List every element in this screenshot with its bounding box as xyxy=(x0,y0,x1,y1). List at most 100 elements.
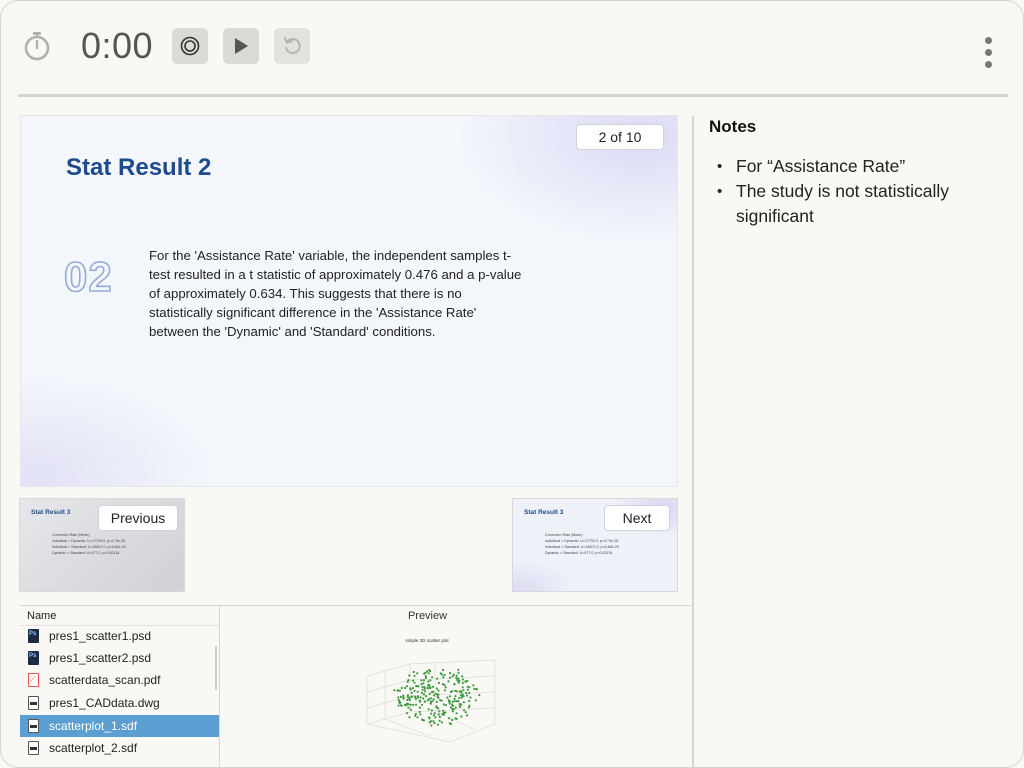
thumbnail-line: Individual > Standard: U=18407.0, p=6.84… xyxy=(545,545,619,549)
scatter-point xyxy=(442,709,445,712)
scatter-point xyxy=(398,701,401,704)
scatter-point xyxy=(442,703,445,706)
scatter-point xyxy=(422,693,426,696)
thumbnail-line: Dynamic > Standard: U=977.0, p=0.00134 xyxy=(52,551,120,555)
scatter-point xyxy=(415,703,418,706)
scatter-point xyxy=(453,700,456,703)
kebab-menu-icon[interactable] xyxy=(981,37,995,73)
scatter-point xyxy=(406,712,409,715)
scatter-point xyxy=(438,715,441,718)
file-row[interactable]: pres1_CADdata.dwg xyxy=(20,692,219,714)
scatter-point xyxy=(428,668,431,672)
file-list-scrollbar[interactable] xyxy=(215,646,217,690)
slide-number: 02 xyxy=(63,252,113,301)
scatter-point xyxy=(406,698,409,702)
scatter-point xyxy=(436,723,439,726)
scatter-point xyxy=(426,699,429,702)
scatter-point xyxy=(464,711,467,714)
document-file-icon xyxy=(28,719,39,733)
file-name: scatterplot_2.sdf xyxy=(49,741,138,755)
file-row[interactable]: pres1_scatter2.psd xyxy=(20,647,219,669)
scatter-point xyxy=(433,694,436,697)
scatter-point xyxy=(427,708,430,711)
next-slide-thumbnail[interactable]: Stat Result 3 Correction Rate (Mean) Ind… xyxy=(512,498,678,592)
scatter-point xyxy=(435,700,438,703)
scatter-point xyxy=(448,700,451,703)
reset-button[interactable] xyxy=(274,28,310,64)
scatter-point xyxy=(461,686,464,689)
scatter-point xyxy=(474,699,477,702)
scatter-point xyxy=(413,689,416,693)
scatter-point xyxy=(478,694,481,697)
scatter-point xyxy=(413,695,416,698)
scatter-point xyxy=(454,706,457,709)
scatter-point xyxy=(437,689,440,692)
scatter-point xyxy=(408,716,411,719)
scatter-point xyxy=(437,681,440,685)
scatter-point xyxy=(413,674,416,677)
scatter-point xyxy=(410,691,413,694)
scatter-point xyxy=(448,717,451,720)
scatter-point xyxy=(475,688,478,691)
scatter-point xyxy=(455,676,458,679)
scatter-point xyxy=(397,704,400,707)
scatter-point xyxy=(435,687,439,690)
file-row[interactable]: scatterdata_scan.pdf xyxy=(20,669,219,691)
scatter-point xyxy=(442,676,445,679)
scatter-point xyxy=(406,696,409,699)
reset-icon xyxy=(284,37,301,55)
scatter-point xyxy=(433,722,436,725)
scatter-point xyxy=(422,679,425,682)
file-name: scatterdata_scan.pdf xyxy=(49,673,161,687)
scatter-point xyxy=(432,720,435,723)
scatter-point xyxy=(467,706,470,709)
scatter-point xyxy=(429,702,432,705)
panel-divider[interactable] xyxy=(692,116,694,767)
thumbnail-title: Stat Result 3 xyxy=(31,509,71,516)
play-button[interactable] xyxy=(223,28,259,64)
scatter-point xyxy=(407,703,410,706)
scatter-point xyxy=(428,716,431,719)
stopwatch-icon[interactable] xyxy=(23,31,51,61)
scatter-point xyxy=(427,684,430,687)
scatter-point xyxy=(462,701,465,704)
scatter-point xyxy=(461,681,464,684)
scatter-point xyxy=(442,711,445,714)
scatter-point xyxy=(424,674,427,678)
app-window: 0:00 2 of 10 Stat Result 2 02 For the 'A… xyxy=(0,0,1024,768)
note-item: The study is not statistically significa… xyxy=(717,179,1002,229)
play-icon xyxy=(235,38,248,54)
file-row[interactable]: pres1_scatter1.psd xyxy=(20,625,219,647)
scatter-point xyxy=(424,671,427,674)
scatter-point xyxy=(447,680,450,683)
scatter-point xyxy=(427,680,430,683)
file-row[interactable]: scatterplot_2.sdf xyxy=(20,737,219,759)
current-slide: 2 of 10 Stat Result 2 02 For the 'Assist… xyxy=(20,115,678,487)
slide-title: Stat Result 2 xyxy=(66,154,212,181)
document-file-icon xyxy=(28,696,39,710)
scatter-point xyxy=(423,700,426,703)
file-browser: Name pres1_scatter1.psd pres1_scatter2.p… xyxy=(20,605,693,767)
scatter-point xyxy=(451,700,454,703)
file-row-selected[interactable]: scatterplot_1.sdf xyxy=(20,715,219,737)
scatter-point xyxy=(433,712,436,715)
scatter-point xyxy=(434,716,437,719)
scatter-point xyxy=(410,695,413,698)
scatter-point xyxy=(400,704,403,707)
scatter-point xyxy=(425,695,428,698)
preview-title: simple 3D scatter plot xyxy=(405,638,449,643)
next-button[interactable]: Next xyxy=(604,505,670,531)
scatter-point xyxy=(443,689,446,692)
previous-slide-thumbnail[interactable]: Stat Result 3 Correction Rate (Mean) Ind… xyxy=(19,498,185,592)
file-name: pres1_scatter1.psd xyxy=(49,629,152,643)
scatter-point xyxy=(414,697,417,701)
scatter-point xyxy=(431,685,435,688)
file-name: scatterplot_1.sdf xyxy=(49,719,138,733)
scatter-point xyxy=(468,686,471,689)
scatter-point xyxy=(438,710,441,713)
record-button[interactable] xyxy=(172,28,208,64)
file-list: Name pres1_scatter1.psd pres1_scatter2.p… xyxy=(20,606,220,767)
previous-button[interactable]: Previous xyxy=(98,505,178,531)
name-column-header[interactable]: Name xyxy=(20,606,219,626)
scatter-point xyxy=(416,690,419,693)
